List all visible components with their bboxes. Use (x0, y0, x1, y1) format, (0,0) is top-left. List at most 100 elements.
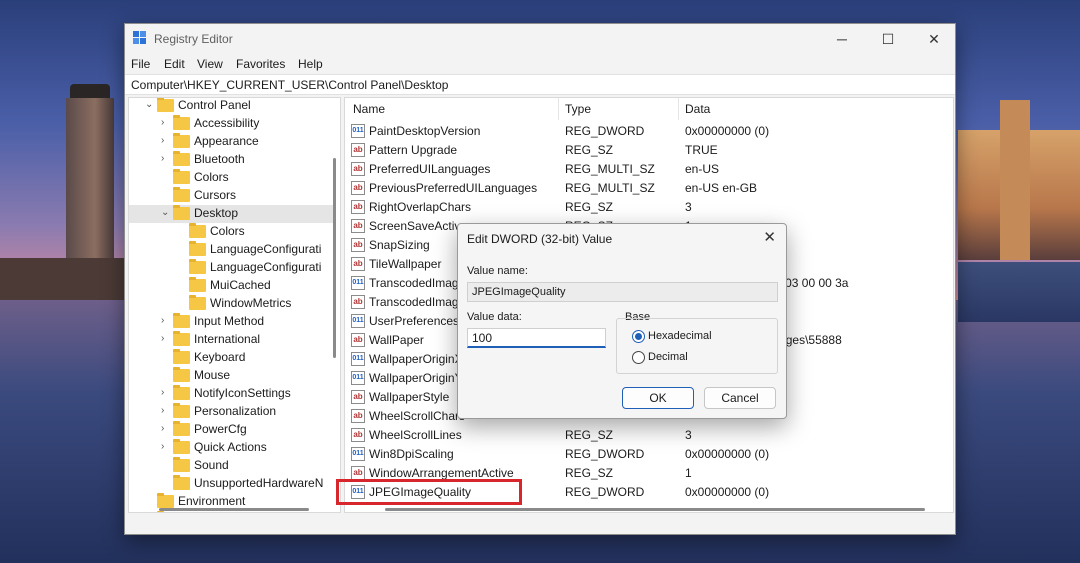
wallpaper-tower (1000, 100, 1030, 260)
close-button[interactable]: ✕ (911, 24, 957, 54)
decimal-radio[interactable] (632, 351, 645, 364)
value-type: REG_SZ (565, 428, 614, 442)
tree-item[interactable]: Colors (129, 223, 334, 241)
tree-item[interactable]: Sound (129, 457, 334, 475)
wallpaper-lighthouse (66, 98, 114, 258)
binary-value-icon: 011 (351, 352, 365, 366)
tree-item-label: Sound (194, 458, 229, 472)
tree-item[interactable]: › Input Method (129, 313, 334, 331)
title-bar[interactable]: Registry Editor ─ ☐ ✕ (125, 24, 955, 54)
menu-view[interactable]: View (197, 57, 223, 71)
value-data: en-US en-GB (685, 181, 758, 195)
tree-item[interactable]: › NotifyIconSettings (129, 385, 334, 403)
tree-item[interactable]: LanguageConfigurati (129, 241, 334, 259)
list-horizontal-scrollbar[interactable] (385, 508, 925, 511)
tree-item[interactable]: EUDC (129, 511, 334, 512)
tree-item-label: Desktop (194, 206, 239, 220)
tree-item[interactable]: › International (129, 331, 334, 349)
tree-item[interactable]: Mouse (129, 367, 334, 385)
value-row[interactable]: 011 Win8DpiScaling REG_DWORD 0x00000000 (0) (345, 445, 953, 464)
value-name-field: JPEGImageQuality (467, 282, 778, 302)
expand-chevron-icon[interactable]: › (161, 117, 171, 129)
menu-file[interactable]: File (131, 57, 150, 71)
tree-item[interactable]: WindowMetrics (129, 295, 334, 313)
expand-chevron-icon[interactable]: › (161, 135, 171, 147)
menu-edit[interactable]: Edit (164, 57, 185, 71)
tree-item[interactable]: › PowerCfg (129, 421, 334, 439)
hexadecimal-radio[interactable] (632, 330, 645, 343)
value-row[interactable]: ab RightOverlapChars REG_SZ 3 (345, 198, 953, 217)
tree-item-label: NotifyIconSettings (194, 386, 291, 400)
tree-item[interactable]: › Bluetooth (129, 151, 334, 169)
folder-icon (173, 421, 190, 436)
decimal-label[interactable]: Decimal (648, 351, 688, 363)
value-name: WindowArrangementActive (369, 466, 514, 480)
column-separator[interactable] (678, 98, 679, 120)
tree-item[interactable]: MuiCached (129, 277, 334, 295)
column-header-name[interactable]: Name (353, 102, 385, 116)
tree-item-label: Accessibility (194, 116, 260, 130)
collapse-chevron-icon[interactable]: ⌄ (161, 207, 171, 219)
menu-bar: File Edit View Favorites Help (125, 54, 955, 74)
hexadecimal-label[interactable]: Hexadecimal (648, 330, 712, 342)
value-row[interactable]: ab PreferredUILanguages REG_MULTI_SZ en-US (345, 160, 953, 179)
menu-favorites[interactable]: Favorites (236, 57, 285, 71)
expand-chevron-icon[interactable]: › (161, 405, 171, 417)
tree-item[interactable]: LanguageConfigurati (129, 259, 334, 277)
value-row[interactable]: ab Pattern Upgrade REG_SZ TRUE (345, 141, 953, 160)
value-row[interactable]: ab WheelScrollLines REG_SZ 3 (345, 426, 953, 445)
value-type: REG_DWORD (565, 485, 645, 499)
tree-item[interactable]: Cursors (129, 187, 334, 205)
tree-item-label: UnsupportedHardwareN (194, 476, 324, 490)
tree-item-label: Input Method (194, 314, 265, 328)
value-name: WallpaperOriginX (369, 352, 463, 366)
expand-chevron-icon[interactable]: › (161, 315, 171, 327)
value-data: 0x00000000 (0) (685, 124, 770, 138)
tree-item[interactable]: ⌄ Desktop (129, 205, 334, 223)
menu-help[interactable]: Help (298, 57, 323, 71)
value-data-input[interactable]: 100 (467, 328, 606, 348)
tree-item[interactable]: ⌄ Control Panel (129, 98, 334, 115)
tree-item[interactable]: Colors (129, 169, 334, 187)
tree-item-label: Colors (194, 170, 229, 184)
folder-icon (173, 367, 190, 382)
value-name: Pattern Upgrade (369, 143, 458, 157)
tree-item[interactable]: › Appearance (129, 133, 334, 151)
expand-chevron-icon[interactable]: › (161, 153, 171, 165)
dialog-close-icon[interactable]: ✕ (763, 228, 776, 246)
value-data: 1 (685, 466, 692, 480)
collapse-chevron-icon[interactable]: ⌄ (145, 99, 155, 111)
value-type: REG_MULTI_SZ (565, 181, 655, 195)
tree-horizontal-scrollbar[interactable] (159, 508, 309, 511)
highlight-box (336, 479, 522, 505)
folder-icon (189, 295, 206, 310)
expand-chevron-icon[interactable]: › (161, 387, 171, 399)
expand-chevron-icon[interactable]: › (161, 441, 171, 453)
ok-button[interactable]: OK (622, 387, 694, 409)
tree-item[interactable]: Keyboard (129, 349, 334, 367)
minimize-button[interactable]: ─ (819, 24, 865, 54)
maximize-button[interactable]: ☐ (865, 24, 911, 54)
tree-vertical-scrollbar[interactable] (333, 158, 336, 358)
address-path[interactable]: Computer\HKEY_CURRENT_USER\Control Panel… (131, 78, 448, 92)
string-value-icon: ab (351, 162, 365, 176)
base-group: Hexadecimal Decimal (616, 318, 778, 374)
address-bar[interactable]: Computer\HKEY_CURRENT_USER\Control Panel… (125, 74, 955, 95)
key-tree-pane[interactable]: EUDC Environment UnsupportedHardwareN Sound… (128, 97, 341, 513)
expand-chevron-icon[interactable]: › (161, 333, 171, 345)
tree-item[interactable]: › Quick Actions (129, 439, 334, 457)
cancel-button[interactable]: Cancel (704, 387, 776, 409)
value-name: WallPaper (369, 333, 424, 347)
folder-icon (173, 403, 190, 418)
column-separator[interactable] (558, 98, 559, 120)
column-header-data[interactable]: Data (685, 102, 710, 116)
value-row[interactable]: ab PreviousPreferredUILanguages REG_MULTI_… (345, 179, 953, 198)
expand-chevron-icon[interactable]: › (161, 423, 171, 435)
tree-item[interactable]: UnsupportedHardwareN (129, 475, 334, 493)
tree-item-label: Control Panel (178, 98, 251, 112)
column-header-type[interactable]: Type (565, 102, 591, 116)
value-row[interactable]: 011 PaintDesktopVersion REG_DWORD 0x0000000… (345, 122, 953, 141)
tree-item-label: LanguageConfigurati (210, 242, 322, 256)
tree-item[interactable]: › Accessibility (129, 115, 334, 133)
tree-item[interactable]: › Personalization (129, 403, 334, 421)
